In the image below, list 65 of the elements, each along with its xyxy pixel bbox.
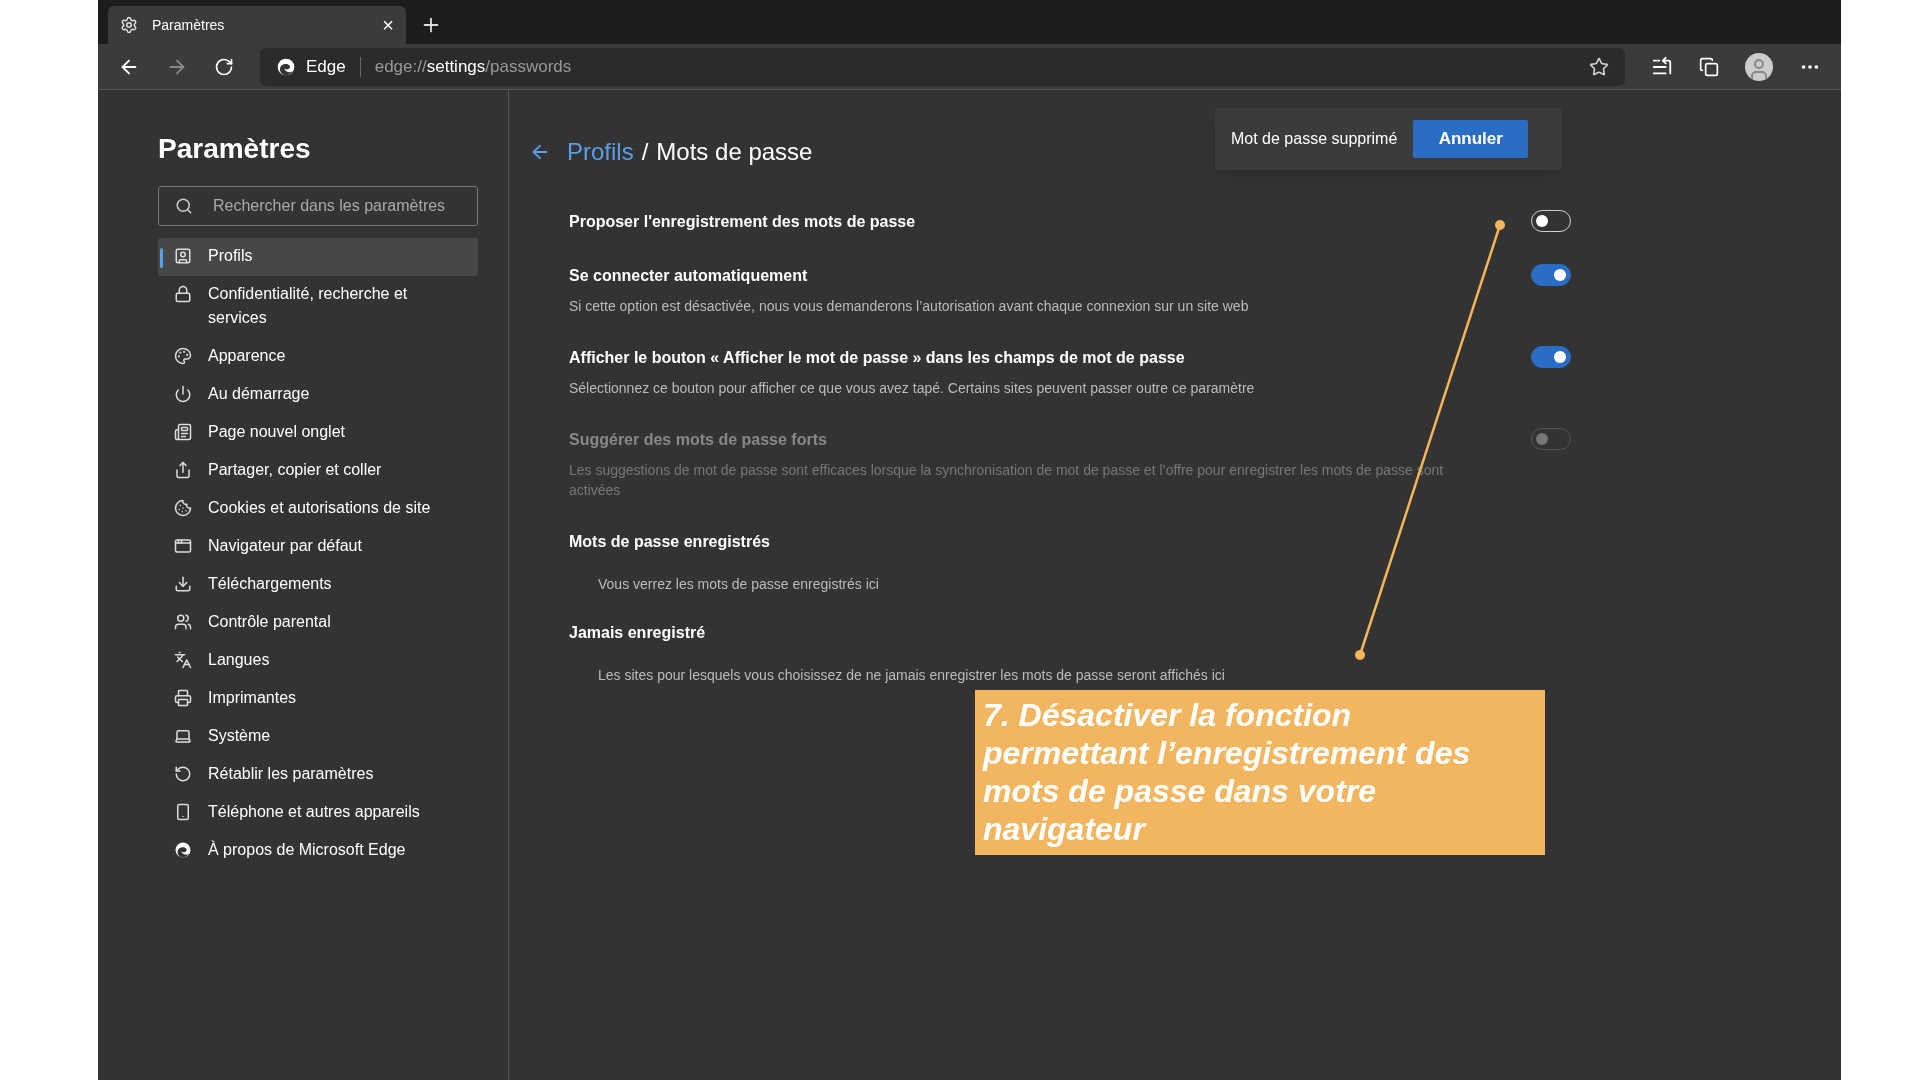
share-icon bbox=[174, 461, 192, 479]
setting-title: Afficher le bouton « Afficher le mot de passe » dans les champs de mot de passe bbox=[569, 348, 1186, 368]
sidebar-item[interactable]: Confidentialité, recherche et services bbox=[158, 276, 478, 338]
empty-message: Les sites pour lesquels vous choisissez de ne jamais enregistrer les mots de passe seront affichés ici bbox=[597, 666, 1226, 685]
languages-icon bbox=[174, 651, 192, 669]
sidebar-item[interactable]: Page nouvel onglet bbox=[158, 414, 478, 452]
palette-icon bbox=[174, 347, 192, 365]
page-title: Mots de passe bbox=[656, 137, 813, 167]
site-label: Edge bbox=[306, 55, 346, 78]
profile-card-icon bbox=[174, 247, 192, 265]
sidebar-item[interactable]: Partager, copier et coller bbox=[158, 452, 478, 490]
breadcrumb-separator: / bbox=[641, 137, 649, 167]
sidebar-item[interactable]: Contrôle parental bbox=[158, 604, 478, 642]
add-favorite-icon[interactable] bbox=[1589, 56, 1609, 77]
toggle-switch[interactable] bbox=[1531, 264, 1571, 286]
smartphone-icon bbox=[174, 803, 192, 821]
sidebar-item[interactable]: Système bbox=[158, 718, 478, 756]
sidebar-item[interactable]: À propos de Microsoft Edge bbox=[158, 832, 478, 870]
sidebar-item[interactable]: Téléphone et autres appareils bbox=[158, 794, 478, 832]
breadcrumb-link[interactable]: Profils bbox=[567, 134, 634, 170]
lock-icon bbox=[174, 285, 192, 303]
collections-icon[interactable] bbox=[1699, 56, 1719, 77]
download-icon bbox=[174, 575, 192, 593]
users-icon bbox=[174, 613, 192, 631]
section-title: Mots de passe enregistrés bbox=[569, 532, 771, 552]
sidebar-item[interactable]: Au démarrage bbox=[158, 376, 478, 414]
setting-description: Sélectionnez ce bouton pour afficher ce que vous avez tapé. Certains sites peuvent passer outre ce paramètre bbox=[569, 379, 1256, 398]
sidebar-item[interactable]: Imprimantes bbox=[158, 680, 478, 718]
sidebar-item[interactable]: Rétablir les paramètres bbox=[158, 756, 478, 794]
sidebar-item[interactable]: Apparence bbox=[158, 338, 478, 376]
sidebar-item[interactable]: Téléchargements bbox=[158, 566, 478, 604]
cookie-icon bbox=[174, 499, 192, 517]
edge-logo-icon bbox=[174, 841, 192, 859]
toast-message: Mot de passe supprimé bbox=[1231, 129, 1398, 149]
settings-icon bbox=[120, 16, 138, 34]
window-icon bbox=[174, 537, 192, 555]
newspaper-icon bbox=[174, 423, 192, 441]
section-title: Jamais enregistré bbox=[569, 623, 707, 643]
annotation-text: 7. Désactiver la fonction permettant l’enregistrement des mots de passe dans votre navigateur bbox=[983, 696, 1472, 848]
reset-icon bbox=[174, 765, 192, 783]
laptop-icon bbox=[174, 727, 192, 745]
search-icon bbox=[175, 197, 193, 215]
toggle-switch[interactable] bbox=[1531, 346, 1571, 368]
empty-message: Vous verrez les mots de passe enregistrés ici bbox=[597, 575, 880, 594]
sidebar-item[interactable]: Navigateur par défaut bbox=[158, 528, 478, 566]
search-field[interactable]: Rechercher dans les paramètres bbox=[158, 186, 478, 226]
browser-tab[interactable]: Paramètres × bbox=[108, 6, 406, 44]
address-bar[interactable]: Edge edge://settings/passwords bbox=[260, 47, 1625, 86]
sidebar-title: Paramètres bbox=[158, 132, 312, 166]
edge-logo-icon bbox=[276, 56, 296, 77]
sidebar-item[interactable]: Langues bbox=[158, 642, 478, 680]
setting-title: Se connecter automatiquement bbox=[569, 266, 809, 286]
setting-description: Si cette option est désactivée, nous vous demanderons l’autorisation avant chaque connexion sur un site web bbox=[569, 297, 1250, 316]
close-tab-button[interactable]: × bbox=[382, 15, 394, 35]
refresh-icon[interactable] bbox=[214, 56, 234, 77]
url-text: edge://settings/passwords bbox=[374, 55, 573, 78]
undo-button[interactable]: Annuler bbox=[1413, 120, 1529, 158]
sidebar-item[interactable]: Cookies et autorisations de site bbox=[158, 490, 478, 528]
sidebar-item[interactable]: Profils bbox=[158, 238, 478, 276]
power-icon bbox=[174, 385, 192, 403]
setting-title: Proposer l'enregistrement des mots de passe bbox=[569, 212, 917, 232]
profile-avatar-icon[interactable] bbox=[1745, 52, 1773, 81]
setting-title: Suggérer des mots de passe forts bbox=[569, 430, 828, 450]
tab-title: Paramètres bbox=[152, 15, 226, 35]
printer-icon bbox=[174, 689, 192, 707]
